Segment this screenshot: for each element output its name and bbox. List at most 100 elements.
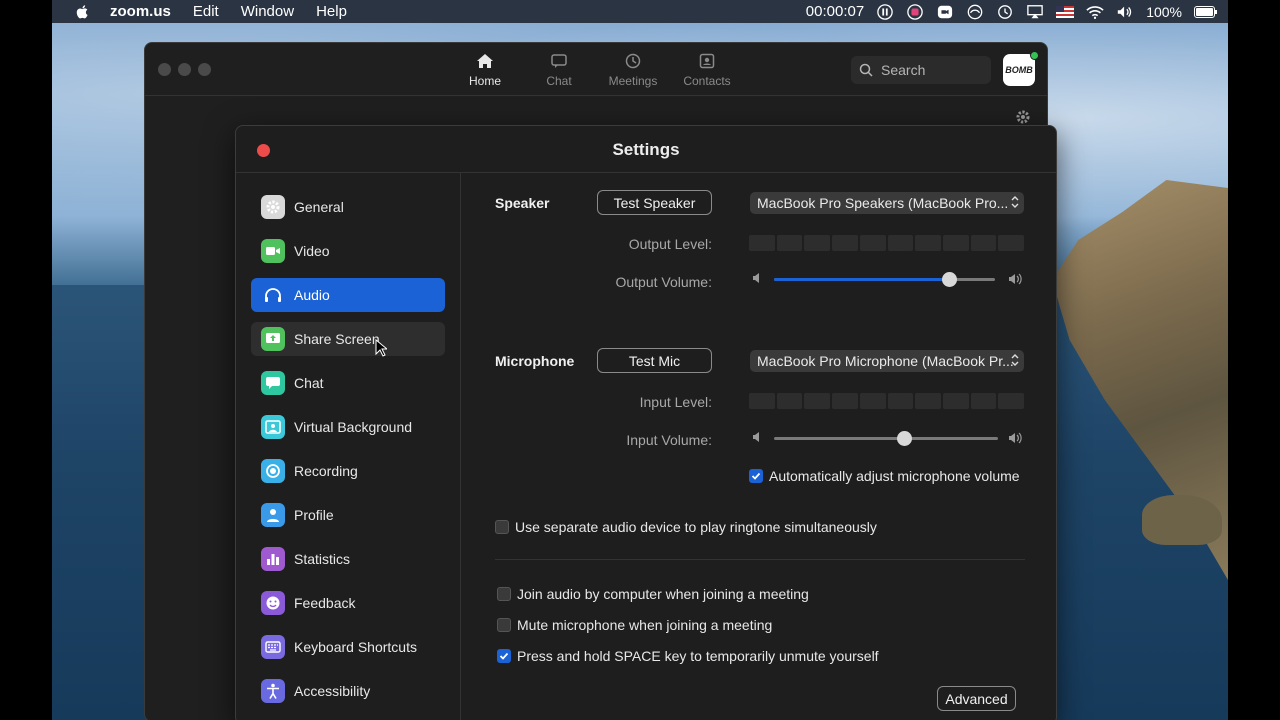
checkbox-label: Join audio by computer when joining a me… bbox=[517, 586, 809, 602]
checkbox-box[interactable] bbox=[497, 649, 511, 663]
chat-bubble-icon bbox=[261, 371, 285, 395]
checkbox-box[interactable] bbox=[495, 520, 509, 534]
output-level-meter bbox=[749, 235, 1025, 251]
output-volume-label: Output Volume: bbox=[615, 274, 712, 290]
window-close-button[interactable] bbox=[158, 63, 171, 76]
test-mic-button[interactable]: Test Mic bbox=[597, 348, 712, 373]
sidebar-item-label: Profile bbox=[294, 507, 334, 523]
slider-fill bbox=[774, 278, 949, 281]
airplay-icon[interactable] bbox=[1026, 4, 1044, 20]
menu-window[interactable]: Window bbox=[241, 3, 294, 20]
screen-share-status-icon[interactable] bbox=[966, 4, 984, 20]
tab-label: Meetings bbox=[608, 74, 658, 88]
sidebar-item-general[interactable]: General bbox=[251, 190, 445, 224]
accessibility-icon bbox=[261, 679, 285, 703]
video-icon bbox=[261, 239, 285, 263]
window-zoom-button[interactable] bbox=[198, 63, 211, 76]
statistics-icon bbox=[261, 547, 285, 571]
settings-header: Settings bbox=[236, 126, 1056, 173]
speaker-device-select[interactable]: MacBook Pro Speakers (MacBook Pro... bbox=[750, 192, 1024, 214]
avatar-text: BOMB bbox=[1005, 65, 1033, 75]
wifi-icon[interactable] bbox=[1086, 4, 1104, 20]
sidebar-item-audio[interactable]: Audio bbox=[251, 278, 445, 312]
sidebar-item-label: General bbox=[294, 199, 344, 215]
checkbox-box[interactable] bbox=[497, 618, 511, 632]
volume-icon[interactable] bbox=[1116, 4, 1134, 20]
sidebar-item-recording[interactable]: Recording bbox=[251, 454, 445, 488]
sidebar-item-profile[interactable]: Profile bbox=[251, 498, 445, 532]
recording-timer: 00:00:07 bbox=[805, 3, 865, 20]
sidebar-item-accessibility[interactable]: Accessibility bbox=[251, 674, 445, 708]
input-volume-slider[interactable] bbox=[752, 430, 1024, 446]
search-placeholder: Search bbox=[881, 62, 926, 78]
zoom-titlebar: Home Chat Meetings Contacts Search BOMB bbox=[145, 43, 1047, 96]
sidebar-item-feedback[interactable]: Feedback bbox=[251, 586, 445, 620]
virtual-background-icon bbox=[261, 415, 285, 439]
online-status-dot bbox=[1030, 51, 1039, 60]
speaker-device-value: MacBook Pro Speakers (MacBook Pro... bbox=[757, 195, 1009, 211]
zoom-camera-icon[interactable] bbox=[936, 4, 954, 20]
us-flag-icon[interactable] bbox=[1056, 4, 1075, 20]
volume-low-icon bbox=[753, 432, 759, 442]
tab-chat[interactable]: Chat bbox=[522, 53, 596, 88]
tab-meetings[interactable]: Meetings bbox=[596, 53, 670, 88]
headphones-icon bbox=[261, 283, 285, 307]
feedback-icon bbox=[261, 591, 285, 615]
sidebar-item-label: Accessibility bbox=[294, 683, 371, 699]
menu-edit[interactable]: Edit bbox=[193, 3, 219, 20]
sidebar-item-label: Share Screen bbox=[294, 331, 380, 347]
stop-record-icon[interactable] bbox=[906, 3, 924, 20]
test-speaker-button[interactable]: Test Speaker bbox=[597, 190, 712, 215]
battery-percentage: 100% bbox=[1146, 3, 1182, 20]
sidebar-item-label: Audio bbox=[294, 287, 330, 303]
slider-knob[interactable] bbox=[896, 431, 912, 446]
search-input[interactable]: Search bbox=[851, 56, 991, 84]
sidebar-item-chat[interactable]: Chat bbox=[251, 366, 445, 400]
apple-icon[interactable] bbox=[72, 4, 94, 20]
window-minimize-button[interactable] bbox=[178, 63, 191, 76]
chat-icon bbox=[551, 54, 567, 68]
pause-icon[interactable] bbox=[876, 3, 894, 20]
desktop-rock bbox=[1142, 495, 1222, 545]
mute-mic-checkbox[interactable]: Mute microphone when joining a meeting bbox=[497, 617, 772, 633]
tab-home[interactable]: Home bbox=[448, 53, 522, 88]
mic-device-select[interactable]: MacBook Pro Microphone (MacBook Pr... bbox=[750, 350, 1024, 372]
sidebar-item-share-screen[interactable]: Share Screen bbox=[251, 322, 445, 357]
sidebar-item-keyboard-shortcuts[interactable]: Keyboard Shortcuts bbox=[251, 630, 445, 664]
checkbox-label: Automatically adjust microphone volume bbox=[769, 468, 1020, 484]
battery-icon[interactable] bbox=[1194, 4, 1218, 20]
sidebar-item-video[interactable]: Video bbox=[251, 234, 445, 268]
sidebar-item-label: Recording bbox=[294, 463, 358, 479]
volume-high-icon bbox=[1009, 273, 1022, 285]
tab-contacts[interactable]: Contacts bbox=[670, 53, 744, 88]
slider-knob[interactable] bbox=[941, 272, 957, 287]
space-unmute-checkbox[interactable]: Press and hold SPACE key to temporarily … bbox=[497, 648, 879, 664]
input-level-label: Input Level: bbox=[639, 394, 712, 410]
checkbox-box[interactable] bbox=[749, 469, 763, 483]
menu-help[interactable]: Help bbox=[316, 3, 347, 20]
contacts-icon bbox=[699, 53, 715, 69]
tab-label: Chat bbox=[546, 74, 572, 88]
chevron-updown-icon bbox=[1011, 354, 1019, 366]
output-level-label: Output Level: bbox=[628, 236, 712, 252]
advanced-button[interactable]: Advanced bbox=[937, 686, 1016, 711]
settings-gear-icon[interactable] bbox=[1015, 109, 1031, 125]
output-volume-slider[interactable] bbox=[752, 271, 1024, 287]
profile-icon bbox=[261, 503, 285, 527]
avatar[interactable]: BOMB bbox=[1003, 51, 1039, 86]
sidebar-item-label: Feedback bbox=[294, 595, 356, 611]
mouse-cursor-icon bbox=[375, 339, 387, 357]
menu-app-name[interactable]: zoom.us bbox=[110, 3, 171, 20]
sidebar-item-virtual-background[interactable]: Virtual Background bbox=[251, 410, 445, 444]
separate-ringtone-checkbox[interactable]: Use separate audio device to play ringto… bbox=[495, 519, 877, 535]
join-audio-checkbox[interactable]: Join audio by computer when joining a me… bbox=[497, 586, 809, 602]
input-volume-label: Input Volume: bbox=[626, 432, 712, 448]
auto-adjust-mic-checkbox[interactable]: Automatically adjust microphone volume bbox=[749, 468, 1020, 484]
sidebar-item-label: Chat bbox=[294, 375, 324, 391]
slider-track bbox=[774, 437, 998, 440]
checkbox-box[interactable] bbox=[497, 587, 511, 601]
sidebar-item-label: Keyboard Shortcuts bbox=[294, 639, 417, 655]
divider bbox=[495, 559, 1025, 560]
time-machine-icon[interactable] bbox=[996, 4, 1014, 20]
sidebar-item-statistics[interactable]: Statistics bbox=[251, 542, 445, 576]
